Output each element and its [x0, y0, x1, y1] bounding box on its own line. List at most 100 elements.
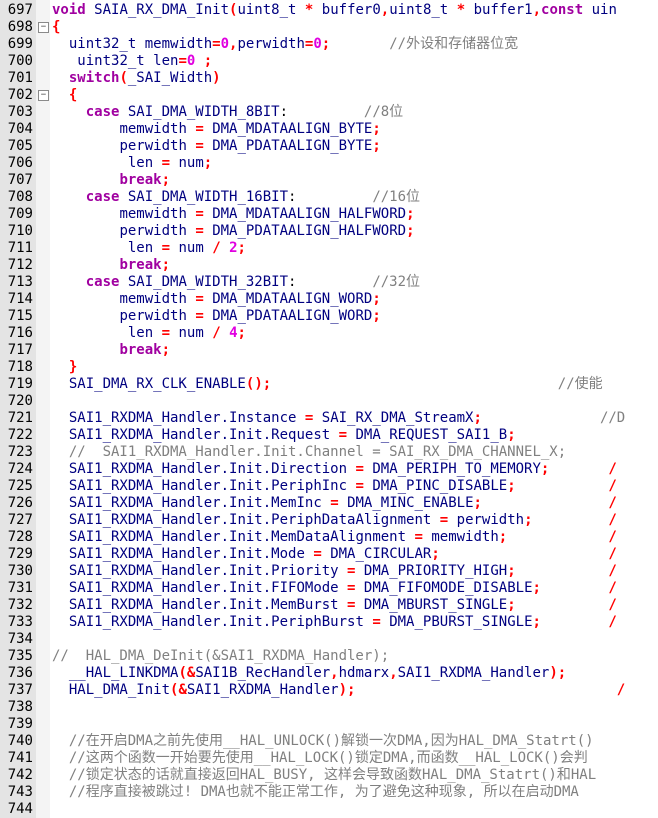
code-line[interactable]: 722 SAI1_RXDMA_Handler.Init.Request = DM… [0, 427, 658, 444]
code-line[interactable]: 711 len = num / 2; [0, 240, 658, 257]
code-text: uint32_t len=0 ; [77, 53, 213, 69]
code-line[interactable]: 732 SAI1_RXDMA_Handler.Init.MemBurst = D… [0, 597, 658, 614]
code-line[interactable]: 741 //这两个函数一开始要先使用__HAL_LOCK()锁定DMA,而函数_… [0, 750, 658, 767]
code-line[interactable]: 721 SAI1_RXDMA_Handler.Instance = SAI_RX… [0, 410, 658, 427]
code-line[interactable]: 740 //在开启DMA之前先使用__HAL_UNLOCK()解锁一次DMA,因… [0, 733, 658, 750]
line-number: 729 [7, 546, 33, 562]
code-text: // HAL_DMA_DeInit(&SAI1_RXDMA_Handler); [52, 648, 390, 664]
code-text: memwidth = DMA_MDATAALIGN_WORD; [119, 291, 381, 307]
line-number: 723 [7, 444, 33, 460]
code-text: uint32_t memwidth=0,perwidth=0; //外设和存储器… [68, 36, 519, 52]
line-number: 712 [7, 257, 33, 273]
code-line[interactable]: 712 break; [0, 257, 658, 274]
code-line[interactable]: 704 memwidth = DMA_MDATAALIGN_BYTE; [0, 121, 658, 138]
line-number: 744 [7, 801, 33, 817]
code-text: perwidth = DMA_PDATAALIGN_WORD; [119, 308, 381, 324]
line-number: 728 [7, 529, 33, 545]
code-editor[interactable]: 697 void SAIA_RX_DMA_Init(uint8_t * buffe… [0, 0, 658, 818]
code-text: //这两个函数一开始要先使用__HAL_LOCK()锁定DMA,而函数__HAL… [68, 750, 588, 766]
code-text: break; [119, 257, 171, 273]
code-line[interactable]: 735 // HAL_DMA_DeInit(&SAI1_RXDMA_Handler… [0, 648, 658, 665]
line-number: 739 [7, 716, 33, 732]
code-line[interactable]: 744 [0, 801, 658, 818]
line-number: 719 [7, 376, 33, 392]
code-text: SAI1_RXDMA_Handler.Init.PeriphInc = DMA_… [68, 478, 617, 494]
fold-toggle-icon[interactable]: − [38, 22, 49, 33]
line-number: 718 [7, 359, 33, 375]
code-line[interactable]: 708 case SAI_DMA_WIDTH_16BIT: //16位 [0, 189, 658, 206]
code-text: //程序直接被跳过! DMA也就不能正常工作, 为了避免这种现象, 所以在启动D… [68, 784, 579, 800]
code-line[interactable]: 698−{ [0, 19, 658, 36]
line-number: 727 [7, 512, 33, 528]
code-line[interactable]: 699 uint32_t memwidth=0,perwidth=0; //外设… [0, 36, 658, 53]
code-line[interactable]: 743 //程序直接被跳过! DMA也就不能正常工作, 为了避免这种现象, 所以… [0, 784, 658, 801]
code-line[interactable]: 739 [0, 716, 658, 733]
line-number: 722 [7, 427, 33, 443]
code-text: memwidth = DMA_MDATAALIGN_BYTE; [119, 121, 381, 137]
code-line[interactable]: 701 switch(_SAI_Width) [0, 70, 658, 87]
code-line[interactable]: 727 SAI1_RXDMA_Handler.Init.PeriphDataAl… [0, 512, 658, 529]
line-number: 704 [7, 121, 33, 137]
code-line[interactable]: 723 // SAI1_RXDMA_Handler.Init.Channel =… [0, 444, 658, 461]
code-lines: 697 void SAIA_RX_DMA_Init(uint8_t * buffe… [0, 2, 658, 818]
code-text: len = num / 4; [127, 325, 246, 341]
code-text: { [68, 87, 78, 103]
code-line[interactable]: 715 perwidth = DMA_PDATAALIGN_WORD; [0, 308, 658, 325]
code-line[interactable]: 737 HAL_DMA_Init(&SAI1_RXDMA_Handler); / [0, 682, 658, 699]
code-line[interactable]: 706 len = num; [0, 155, 658, 172]
code-line[interactable]: 742 //锁定状态的话就直接返回HAL_BUSY, 这样会导致函数HAL_DM… [0, 767, 658, 784]
code-text: break; [119, 172, 171, 188]
line-number: 731 [7, 580, 33, 596]
code-line[interactable]: 716 len = num / 4; [0, 325, 658, 342]
code-line[interactable]: 703 case SAI_DMA_WIDTH_8BIT: //8位 [0, 104, 658, 121]
code-text: len = num / 2; [127, 240, 246, 256]
code-text: case SAI_DMA_WIDTH_32BIT: //32位 [85, 274, 421, 290]
code-line[interactable]: 725 SAI1_RXDMA_Handler.Init.PeriphInc = … [0, 478, 658, 495]
fold-toggle-icon[interactable]: − [38, 90, 49, 101]
line-number: 709 [7, 206, 33, 222]
code-line[interactable]: 705 perwidth = DMA_PDATAALIGN_BYTE; [0, 138, 658, 155]
code-line[interactable]: 724 SAI1_RXDMA_Handler.Init.Direction = … [0, 461, 658, 478]
code-text: } [68, 359, 78, 375]
line-number: 732 [7, 597, 33, 613]
code-line[interactable]: 733 SAI1_RXDMA_Handler.Init.PeriphBurst … [0, 614, 658, 631]
line-number: 736 [7, 665, 33, 681]
code-line[interactable]: 707 break; [0, 172, 658, 189]
code-line[interactable]: 729 SAI1_RXDMA_Handler.Init.Mode = DMA_C… [0, 546, 658, 563]
line-number: 720 [7, 393, 33, 409]
line-number: 708 [7, 189, 33, 205]
code-text: SAI1_RXDMA_Handler.Init.Direction = DMA_… [68, 461, 617, 477]
line-number: 730 [7, 563, 33, 579]
code-line[interactable]: 697 void SAIA_RX_DMA_Init(uint8_t * buffe… [0, 2, 658, 19]
code-line[interactable]: 736 __HAL_LINKDMA(&SAI1B_RecHandler,hdma… [0, 665, 658, 682]
code-text: SAI1_RXDMA_Handler.Init.MemDataAlignment… [68, 529, 617, 545]
line-number: 726 [7, 495, 33, 511]
code-line[interactable]: 718 } [0, 359, 658, 376]
code-line[interactable]: 717 break; [0, 342, 658, 359]
code-line[interactable]: 700 uint32_t len=0 ; [0, 53, 658, 70]
code-line[interactable]: 726 SAI1_RXDMA_Handler.Init.MemInc = DMA… [0, 495, 658, 512]
code-line[interactable]: 720 [0, 393, 658, 410]
line-number: 698 [7, 19, 33, 35]
code-line[interactable]: 713 case SAI_DMA_WIDTH_32BIT: //32位 [0, 274, 658, 291]
code-line[interactable]: 702− { [0, 87, 658, 104]
code-line[interactable]: 709 memwidth = DMA_MDATAALIGN_HALFWORD; [0, 206, 658, 223]
code-text: SAI1_RXDMA_Handler.Init.Mode = DMA_CIRCU… [68, 546, 617, 562]
line-number: 699 [7, 36, 33, 52]
line-number: 717 [7, 342, 33, 358]
code-line[interactable]: 714 memwidth = DMA_MDATAALIGN_WORD; [0, 291, 658, 308]
line-number: 735 [7, 648, 33, 664]
code-line[interactable]: 734 [0, 631, 658, 648]
code-text: memwidth = DMA_MDATAALIGN_HALFWORD; [119, 206, 415, 222]
line-number: 738 [7, 699, 33, 715]
code-line[interactable]: 731 SAI1_RXDMA_Handler.Init.FIFOMode = D… [0, 580, 658, 597]
code-line[interactable]: 710 perwidth = DMA_PDATAALIGN_HALFWORD; [0, 223, 658, 240]
code-line[interactable]: 738 [0, 699, 658, 716]
code-text: SAI1_RXDMA_Handler.Init.MemBurst = DMA_M… [68, 597, 617, 613]
code-line[interactable]: 719 SAI_DMA_RX_CLK_ENABLE(); //使能 [0, 376, 658, 393]
line-number: 713 [7, 274, 33, 290]
code-text: SAI1_RXDMA_Handler.Instance = SAI_RX_DMA… [68, 410, 626, 426]
code-line[interactable]: 730 SAI1_RXDMA_Handler.Init.Priority = D… [0, 563, 658, 580]
code-line[interactable]: 728 SAI1_RXDMA_Handler.Init.MemDataAlign… [0, 529, 658, 546]
code-text: case SAI_DMA_WIDTH_16BIT: //16位 [85, 189, 421, 205]
